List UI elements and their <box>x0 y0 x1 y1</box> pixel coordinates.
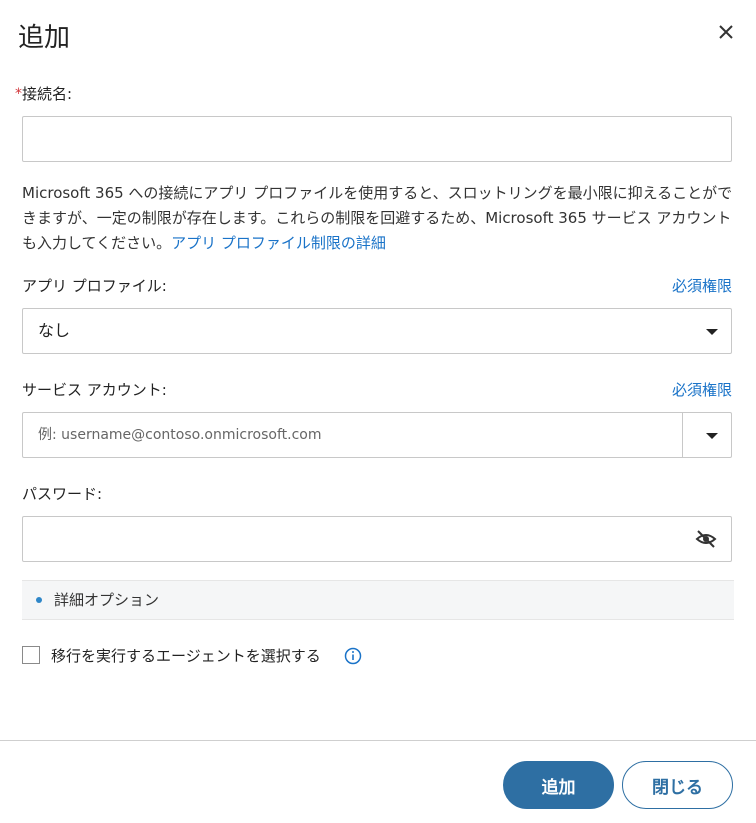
agent-select-checkbox[interactable] <box>22 646 40 664</box>
bullet-icon <box>36 597 42 603</box>
add-button[interactable]: 追加 <box>503 761 614 809</box>
app-profile-selected-value: なし <box>38 321 71 340</box>
eye-slash-icon[interactable] <box>695 529 717 549</box>
close-button[interactable] <box>712 18 740 46</box>
footer-divider <box>0 740 756 741</box>
app-profile-label: アプリ プロファイル: <box>22 277 167 295</box>
close-dialog-button[interactable]: 閉じる <box>622 761 733 809</box>
connection-name-input[interactable] <box>22 116 732 162</box>
combobox-divider <box>682 413 683 457</box>
chevron-down-icon <box>706 329 718 335</box>
advanced-options-toggle[interactable]: 詳細オプション <box>22 580 734 620</box>
password-label: パスワード: <box>22 485 103 503</box>
password-field[interactable] <box>22 516 732 562</box>
service-account-placeholder: 例: username@contoso.onmicrosoft.com <box>38 427 322 443</box>
agent-select-label[interactable]: 移行を実行するエージェントを選択する <box>51 646 321 666</box>
app-profile-limits-link[interactable]: アプリ プロファイル制限の詳細 <box>171 234 386 252</box>
required-asterisk: * <box>15 86 22 102</box>
chevron-down-icon[interactable] <box>706 433 718 439</box>
connection-name-label: 接続名: <box>22 85 73 103</box>
app-profile-permissions-link[interactable]: 必須権限 <box>672 276 732 296</box>
app-profile-select[interactable]: なし <box>22 308 732 354</box>
close-icon <box>719 25 733 39</box>
dialog-title: 追加 <box>18 23 71 53</box>
service-account-combobox[interactable]: 例: username@contoso.onmicrosoft.com <box>22 412 732 458</box>
app-profile-description: Microsoft 365 への接続にアプリ プロファイルを使用すると、スロット… <box>22 181 738 256</box>
service-account-label: サービス アカウント: <box>22 381 167 399</box>
info-icon[interactable] <box>344 647 362 665</box>
service-account-permissions-link[interactable]: 必須権限 <box>672 380 732 400</box>
advanced-options-label: 詳細オプション <box>54 591 160 609</box>
